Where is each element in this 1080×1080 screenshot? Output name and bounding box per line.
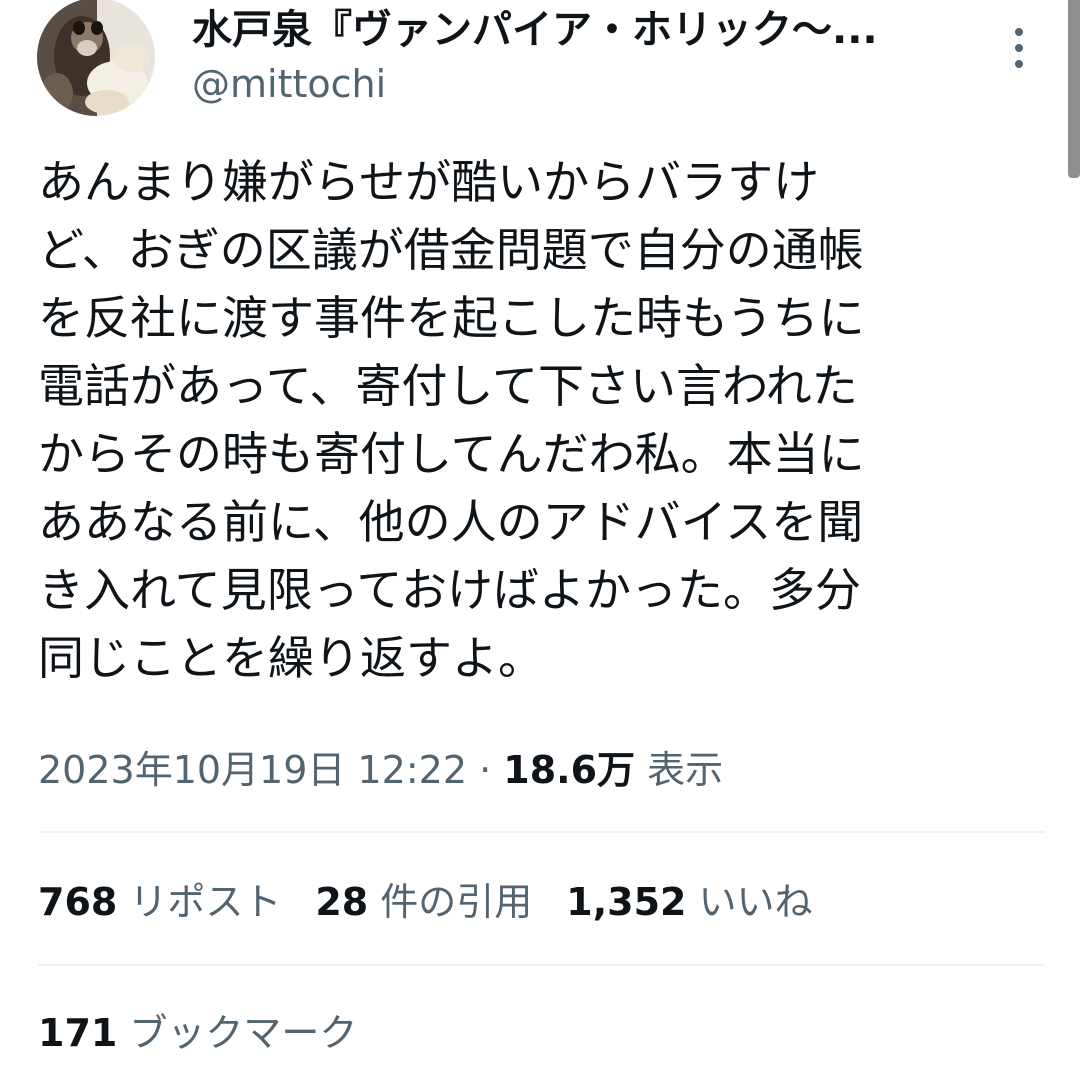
meta-separator: · [467, 748, 504, 792]
tweet-text: あんまり嫌がらせが酷いからバラすけ ど、おぎの区議が借金問題で自分の通帳 を反社… [38, 148, 1038, 692]
likes-stat[interactable]: 1,352 いいね [566, 872, 812, 932]
more-vertical-icon[interactable] [1000, 24, 1040, 72]
tweet-timestamp[interactable]: 2023年10月19日 12:22 [38, 748, 467, 792]
scrollbar-thumb[interactable] [1068, 0, 1080, 178]
tweet-text-line: ど、おぎの区議が借金問題で自分の通帳 [38, 223, 864, 277]
tweet-detail-view: 水戸泉『ヴァンパイア・ホリック〜... @mittochi あんまり嫌がらせが酷… [0, 0, 1080, 1080]
author-handle[interactable]: @mittochi [192, 60, 386, 108]
quotes-label: 件の引用 [380, 880, 533, 924]
tweet-text-line: ああなる前に、他の人のアドバイスを聞 [38, 495, 864, 549]
tweet-text-line: 電話があって、寄付して下さい言われた [38, 359, 858, 413]
engagement-stats: 768 リポスト 28 件の引用 1,352 いいね [38, 872, 846, 932]
reposts-label: リポスト [129, 880, 282, 924]
views-label: 表示 [647, 748, 724, 792]
reposts-stat[interactable]: 768 リポスト [38, 872, 281, 932]
reposts-count: 768 [38, 880, 118, 924]
divider [38, 964, 1044, 966]
likes-label: いいね [698, 880, 813, 924]
sugar-glider-avatar-icon [37, 0, 155, 116]
likes-count: 1,352 [566, 880, 687, 924]
bookmarks-count: 171 [38, 1011, 118, 1055]
divider [38, 831, 1044, 833]
author-display-name[interactable]: 水戸泉『ヴァンパイア・ホリック〜... [192, 4, 878, 56]
tweet-text-line: き入れて見限っておけばよかった。多分 [38, 563, 861, 617]
quotes-stat[interactable]: 28 件の引用 [315, 872, 532, 932]
views-count: 18.6万 [503, 748, 636, 792]
tweet-text-line: を反社に渡す事件を起こした時もうちに [38, 291, 865, 345]
bookmarks-stat[interactable]: 171 ブックマーク [38, 1003, 357, 1063]
bookmarks-label: ブックマーク [129, 1011, 358, 1055]
tweet-text-line: からその時も寄付してんだわ私。本当に [38, 427, 865, 481]
tweet-text-line: 同じことを繰り返すよ。 [38, 631, 544, 685]
author-avatar[interactable] [37, 0, 155, 116]
tweet-meta: 2023年10月19日 12:22 · 18.6万 表示 [38, 742, 723, 798]
tweet-text-line: あんまり嫌がらせが酷いからバラすけ [38, 155, 820, 209]
quotes-count: 28 [315, 880, 369, 924]
